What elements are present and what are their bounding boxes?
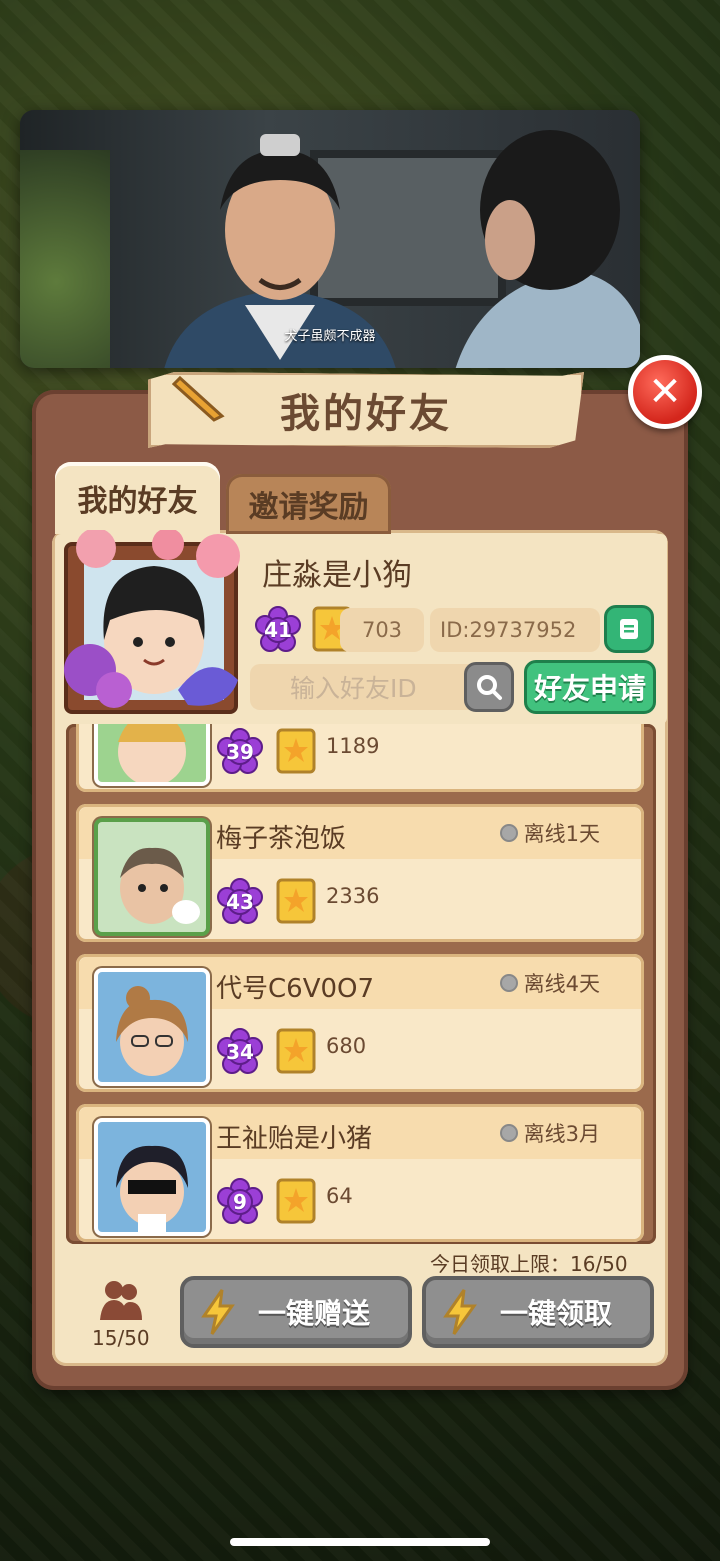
list-item[interactable]: 代号C6V0O7 离线4天 34 680	[76, 954, 644, 1092]
video-player[interactable]: 犬子虽颇不成器	[20, 110, 640, 368]
tab-my-friends[interactable]: 我的好友	[55, 462, 220, 534]
search-button[interactable]	[464, 662, 514, 712]
tab-label: 我的好友	[77, 484, 198, 519]
friend-name: 梅子茶泡饭	[216, 824, 347, 854]
star-card-icon	[276, 1028, 316, 1074]
friend-star-count: 2336	[326, 884, 380, 908]
close-icon: ✕	[648, 369, 682, 415]
daily-claim-limit: 今日领取上限：16/50	[430, 1252, 628, 1276]
friend-status: 离线4天	[499, 968, 600, 998]
offline-status-icon	[499, 1124, 518, 1142]
friend-avatar	[94, 1118, 210, 1236]
list-item[interactable]: 39 1189	[76, 724, 644, 792]
offline-status-icon	[499, 824, 518, 842]
friend-level-badge: 34	[216, 1028, 264, 1076]
friend-list[interactable]: 39 1189 梅子茶泡饭 离线1天 43 2336 代号C6V0O7 离线4天	[66, 724, 656, 1244]
friends-icon	[100, 1281, 142, 1320]
star-card-icon	[276, 878, 316, 924]
offline-status-icon	[499, 974, 518, 992]
star-card-icon	[276, 728, 316, 774]
friend-request-button[interactable]: 好友申请	[524, 660, 656, 714]
my-user-id: ID:29737952	[430, 608, 600, 652]
claim-all-button[interactable]: 一键领取	[422, 1276, 654, 1348]
lightning-icon	[201, 1289, 235, 1335]
friend-avatar	[94, 724, 210, 786]
friend-avatar	[94, 968, 210, 1086]
friend-avatar	[94, 818, 210, 936]
friend-level-badge: 39	[216, 728, 264, 776]
home-indicator[interactable]	[230, 1538, 490, 1546]
friend-star-count: 64	[326, 1184, 353, 1208]
tab-label: 邀请奖励	[248, 490, 369, 525]
video-subtitle: 犬子虽颇不成器	[284, 329, 376, 344]
search-icon	[477, 675, 502, 700]
friend-star-count: 680	[326, 1034, 367, 1058]
my-level-badge: 41	[254, 606, 302, 654]
friend-star-count: 1189	[326, 734, 380, 758]
friend-status: 离线1天	[499, 818, 600, 848]
my-avatar[interactable]	[58, 530, 248, 720]
list-item[interactable]: 梅子茶泡饭 离线1天 43 2336	[76, 804, 644, 942]
list-item[interactable]: 王祉贻是小猪 离线3月 9 64	[76, 1104, 644, 1242]
friend-count: 15/50	[92, 1326, 150, 1350]
friend-status: 离线3月	[499, 1118, 600, 1148]
friend-level-badge: 43	[216, 878, 264, 926]
my-star-count: 703	[340, 608, 424, 652]
friend-level-badge: 9	[216, 1178, 264, 1226]
copy-id-button[interactable]	[604, 605, 654, 653]
friend-name: 王祉贻是小猪	[216, 1124, 373, 1154]
pencil-icon	[172, 375, 225, 422]
dialog-title: 我的好友	[280, 391, 452, 437]
copy-icon	[620, 619, 638, 639]
lightning-icon	[443, 1289, 477, 1335]
friend-name: 代号C6V0O7	[216, 974, 375, 1004]
send-all-button[interactable]: 一键赠送	[180, 1276, 412, 1348]
close-button[interactable]: ✕	[628, 355, 702, 429]
my-name: 庄淼是小狗	[262, 558, 412, 593]
tab-invite-rewards[interactable]: 邀请奖励	[226, 474, 391, 534]
star-card-icon	[276, 1178, 316, 1224]
